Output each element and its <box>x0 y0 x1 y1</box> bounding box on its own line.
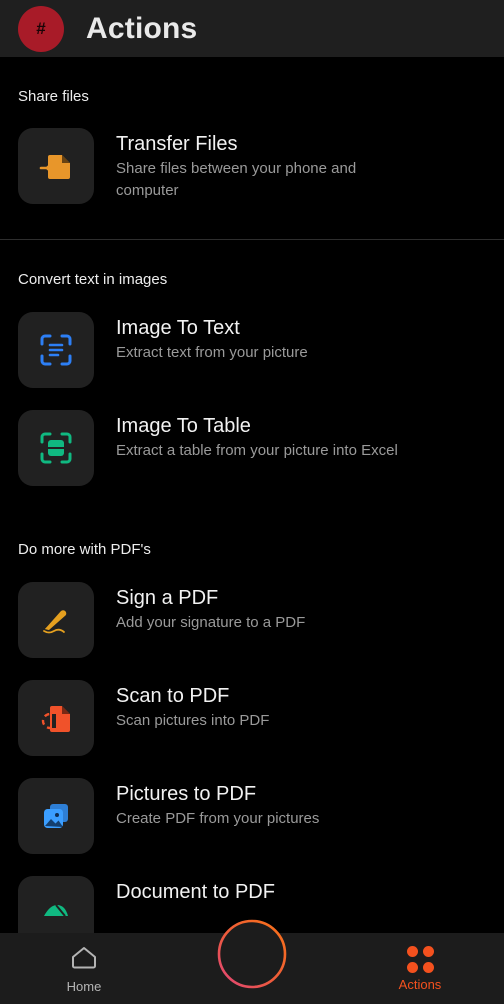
image-to-text-scan-icon <box>18 312 94 388</box>
list-item-subtitle: Add your signature to a PDF <box>116 614 306 631</box>
list-item-title: Transfer Files <box>116 133 238 155</box>
list-item-text: Sign a PDF Add your signature to a PDF <box>116 582 305 634</box>
dot <box>406 945 418 957</box>
list-item-title: Image To Text <box>116 317 240 339</box>
list-item-subtitle: Share files between your phone and compu… <box>116 160 357 199</box>
pictures-to-pdf-icon <box>18 778 94 854</box>
actions-list: Share files Transfer Files Share files b… <box>0 57 504 1004</box>
app-header: # Actions <box>0 0 504 57</box>
transfer-files-icon <box>18 128 94 204</box>
list-item-text: Pictures to PDF Create PDF from your pic… <box>116 778 319 830</box>
list-item-text: Document to PDF <box>116 876 275 905</box>
list-item[interactable]: Image To Table Extract a table from your… <box>0 410 504 486</box>
list-item-text: Image To Table Extract a table from your… <box>116 410 398 462</box>
nav-item-actions[interactable]: Actions <box>336 945 504 992</box>
nav-item-home-label: Home <box>66 978 102 994</box>
pen-signature-icon <box>18 582 94 658</box>
nav-item-home[interactable]: Home <box>0 944 168 994</box>
add-button[interactable] <box>216 918 288 990</box>
list-item[interactable]: Transfer Files Share files between your … <box>0 128 504 204</box>
list-item-text: Transfer Files Share files between your … <box>116 128 416 202</box>
nav-item-actions-label: Actions <box>398 976 442 992</box>
four-dots-grid-icon <box>406 945 434 973</box>
list-item-subtitle: Scan pictures into PDF <box>116 712 270 729</box>
list-item-title: Pictures to PDF <box>116 783 257 805</box>
list-item-subtitle: Extract text from your picture <box>116 344 308 361</box>
section-header-share-files: Share files <box>18 88 89 105</box>
list-item-subtitle: Create PDF from your pictures <box>116 810 320 827</box>
list-item-title: Scan to PDF <box>116 685 230 707</box>
scan-to-pdf-icon <box>18 680 94 756</box>
hash-avatar-icon[interactable]: # <box>18 5 64 52</box>
list-item[interactable]: Sign a PDF Add your signature to a PDF <box>0 582 504 658</box>
dot <box>406 961 418 973</box>
list-item-title: Document to PDF <box>116 881 275 903</box>
list-item[interactable]: Scan to PDF Scan pictures into PDF <box>0 680 504 756</box>
dot <box>422 961 434 973</box>
actions-screen: # Actions Share files Transfer Files Sha… <box>0 0 504 1004</box>
list-item[interactable]: Image To Text Extract text from your pic… <box>0 312 504 388</box>
list-item-title: Sign a PDF <box>116 587 219 609</box>
list-item-title: Image To Table <box>116 415 251 437</box>
list-item[interactable]: Pictures to PDF Create PDF from your pic… <box>0 778 504 854</box>
section-header-convert-text: Convert text in images <box>18 271 168 288</box>
page-title: Actions <box>86 11 198 45</box>
section-header-pdf: Do more with PDF's <box>18 541 151 558</box>
list-item-text: Scan to PDF Scan pictures into PDF <box>116 680 269 732</box>
list-item-subtitle: Extract a table from your picture into E… <box>116 442 398 459</box>
home-icon <box>69 944 99 975</box>
image-to-table-scan-icon <box>18 410 94 486</box>
dot <box>422 945 434 957</box>
list-item-text: Image To Text Extract text from your pic… <box>116 312 308 364</box>
avatar-glyph: # <box>36 19 46 38</box>
